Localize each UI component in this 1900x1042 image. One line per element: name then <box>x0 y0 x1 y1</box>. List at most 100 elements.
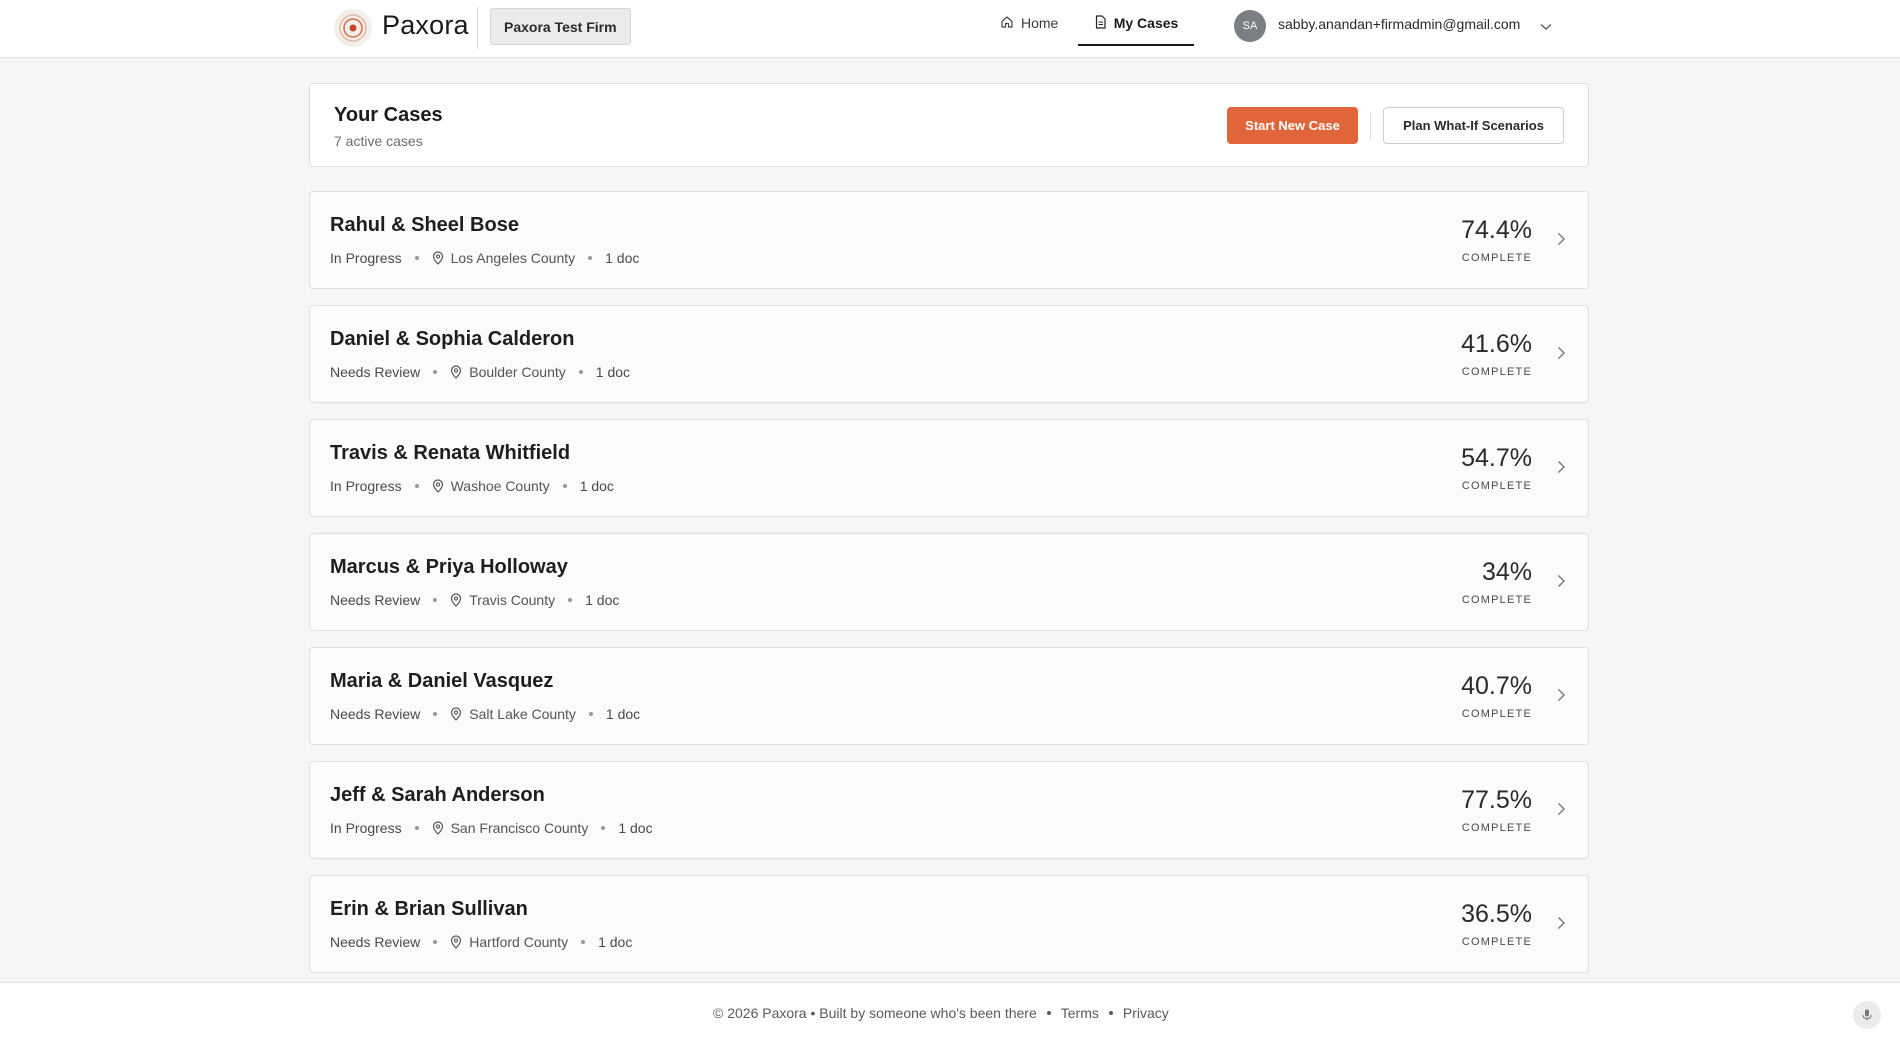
meta-separator <box>433 712 438 716</box>
location-pin-icon <box>432 821 444 835</box>
case-doc-count: 1 doc <box>579 478 614 494</box>
location-pin-icon <box>450 593 462 607</box>
case-meta: Needs Review Salt Lake County 1 doc <box>330 706 640 722</box>
paxora-logo-icon[interactable] <box>334 9 372 47</box>
case-doc-count: 1 doc <box>605 250 640 266</box>
nav-home[interactable]: Home <box>1000 0 1058 46</box>
meta-separator <box>562 484 567 488</box>
case-meta: Needs Review Hartford County 1 doc <box>330 934 632 950</box>
location-pin-icon <box>432 479 444 493</box>
completion-label: COMPLETE <box>1461 594 1532 606</box>
case-county: Los Angeles County <box>450 250 576 266</box>
case-status: In Progress <box>330 478 402 494</box>
completion-label: COMPLETE <box>1461 936 1532 948</box>
case-card[interactable]: Rahul & Sheel Bose In Progress Los Angel… <box>309 191 1589 289</box>
case-card[interactable]: Erin & Brian Sullivan Needs Review Hartf… <box>309 875 1589 973</box>
case-county: San Francisco County <box>450 820 589 836</box>
completion-percent: 40.7% <box>1461 672 1532 700</box>
case-card[interactable]: Daniel & Sophia Calderon Needs Review Bo… <box>309 305 1589 403</box>
case-name: Daniel & Sophia Calderon <box>330 328 575 350</box>
case-card[interactable]: Travis & Renata Whitfield In Progress Wa… <box>309 419 1589 517</box>
footer-copyright: © 2026 Paxora • Built by someone who's b… <box>713 1005 1037 1021</box>
meta-separator <box>581 940 586 944</box>
case-meta: Needs Review Travis County 1 doc <box>330 592 619 608</box>
completion-percent: 74.4% <box>1461 216 1532 244</box>
case-doc-count: 1 doc <box>595 364 631 380</box>
chevron-right-icon[interactable] <box>1557 802 1566 821</box>
home-icon <box>1000 15 1014 32</box>
firm-badge[interactable]: Paxora Test Firm <box>490 8 631 45</box>
case-meta: In Progress San Francisco County 1 doc <box>330 820 653 836</box>
case-card[interactable]: Jeff & Sarah Anderson In Progress San Fr… <box>309 761 1589 859</box>
chevron-right-icon[interactable] <box>1557 346 1566 365</box>
completion-percent: 54.7% <box>1461 444 1532 472</box>
meta-separator <box>433 370 438 374</box>
chevron-down-icon[interactable] <box>1540 18 1552 36</box>
terms-link[interactable]: Terms <box>1061 1005 1099 1021</box>
case-county: Washoe County <box>450 478 550 494</box>
completion-label: COMPLETE <box>1461 708 1532 720</box>
chevron-right-icon[interactable] <box>1557 232 1566 251</box>
case-name: Jeff & Sarah Anderson <box>330 784 545 806</box>
case-county: Boulder County <box>469 364 566 380</box>
case-doc-count: 1 doc <box>605 706 641 722</box>
plan-what-if-button[interactable]: Plan What-If Scenarios <box>1383 107 1564 144</box>
microphone-icon[interactable] <box>1853 1001 1881 1029</box>
start-new-case-button[interactable]: Start New Case <box>1227 107 1358 144</box>
meta-separator <box>414 484 419 488</box>
case-name: Maria & Daniel Vasquez <box>330 670 554 692</box>
active-cases-count: 7 active cases <box>334 133 423 149</box>
location-pin-icon <box>432 251 444 265</box>
meta-separator <box>588 712 593 716</box>
chevron-right-icon[interactable] <box>1557 688 1566 707</box>
button-divider <box>1370 112 1371 140</box>
case-doc-count: 1 doc <box>598 934 633 950</box>
meta-separator <box>414 256 419 260</box>
app-name[interactable]: Paxora <box>382 10 469 41</box>
case-county: Hartford County <box>469 934 569 950</box>
top-navbar: Paxora Paxora Test Firm Home My Cases SA… <box>0 0 1900 58</box>
chevron-right-icon[interactable] <box>1557 460 1566 479</box>
case-status: Needs Review <box>330 934 421 950</box>
case-status: Needs Review <box>330 364 421 380</box>
completion-percent: 36.5% <box>1461 900 1532 928</box>
nav-home-label: Home <box>1021 15 1059 31</box>
avatar[interactable]: SA <box>1234 10 1266 42</box>
meta-separator <box>414 826 419 830</box>
nav-my-cases[interactable]: My Cases <box>1078 0 1194 46</box>
privacy-link[interactable]: Privacy <box>1123 1005 1169 1021</box>
footer-row: © 2026 Paxora • Built by someone who's b… <box>713 1005 1169 1021</box>
case-meta: In Progress Los Angeles County 1 doc <box>330 250 639 266</box>
case-county: Salt Lake County <box>469 706 576 722</box>
chevron-right-icon[interactable] <box>1557 916 1566 935</box>
document-icon <box>1094 14 1107 32</box>
case-doc-count: 1 doc <box>618 820 653 836</box>
page-title: Your Cases <box>334 104 443 126</box>
active-tab-indicator <box>1078 44 1194 46</box>
case-status: Needs Review <box>330 592 421 608</box>
case-card[interactable]: Maria & Daniel Vasquez Needs Review Salt… <box>309 647 1589 745</box>
case-county: Travis County <box>469 592 556 608</box>
meta-separator <box>433 940 438 944</box>
case-doc-count: 1 doc <box>585 592 620 608</box>
completion-percent: 77.5% <box>1461 786 1532 814</box>
meta-separator <box>601 826 606 830</box>
case-status: In Progress <box>330 250 402 266</box>
completion-label: COMPLETE <box>1461 366 1532 378</box>
completion-percent: 41.6% <box>1461 330 1532 358</box>
case-meta: In Progress Washoe County 1 doc <box>330 478 614 494</box>
chevron-right-icon[interactable] <box>1557 574 1566 593</box>
case-status: Needs Review <box>330 706 421 722</box>
case-name: Marcus & Priya Holloway <box>330 556 568 578</box>
meta-separator <box>433 598 438 602</box>
case-name: Erin & Brian Sullivan <box>330 898 528 920</box>
completion-label: COMPLETE <box>1461 252 1532 264</box>
location-pin-icon <box>450 365 462 379</box>
footer: © 2026 Paxora • Built by someone who's b… <box>0 982 1900 1042</box>
case-card[interactable]: Marcus & Priya Holloway Needs Review Tra… <box>309 533 1589 631</box>
header-divider <box>477 7 478 49</box>
cases-header-card: Your Cases 7 active cases Start New Case… <box>309 83 1589 167</box>
meta-separator <box>568 598 573 602</box>
user-email[interactable]: sabby.anandan+firmadmin@gmail.com <box>1278 16 1520 32</box>
completion-label: COMPLETE <box>1461 480 1532 492</box>
